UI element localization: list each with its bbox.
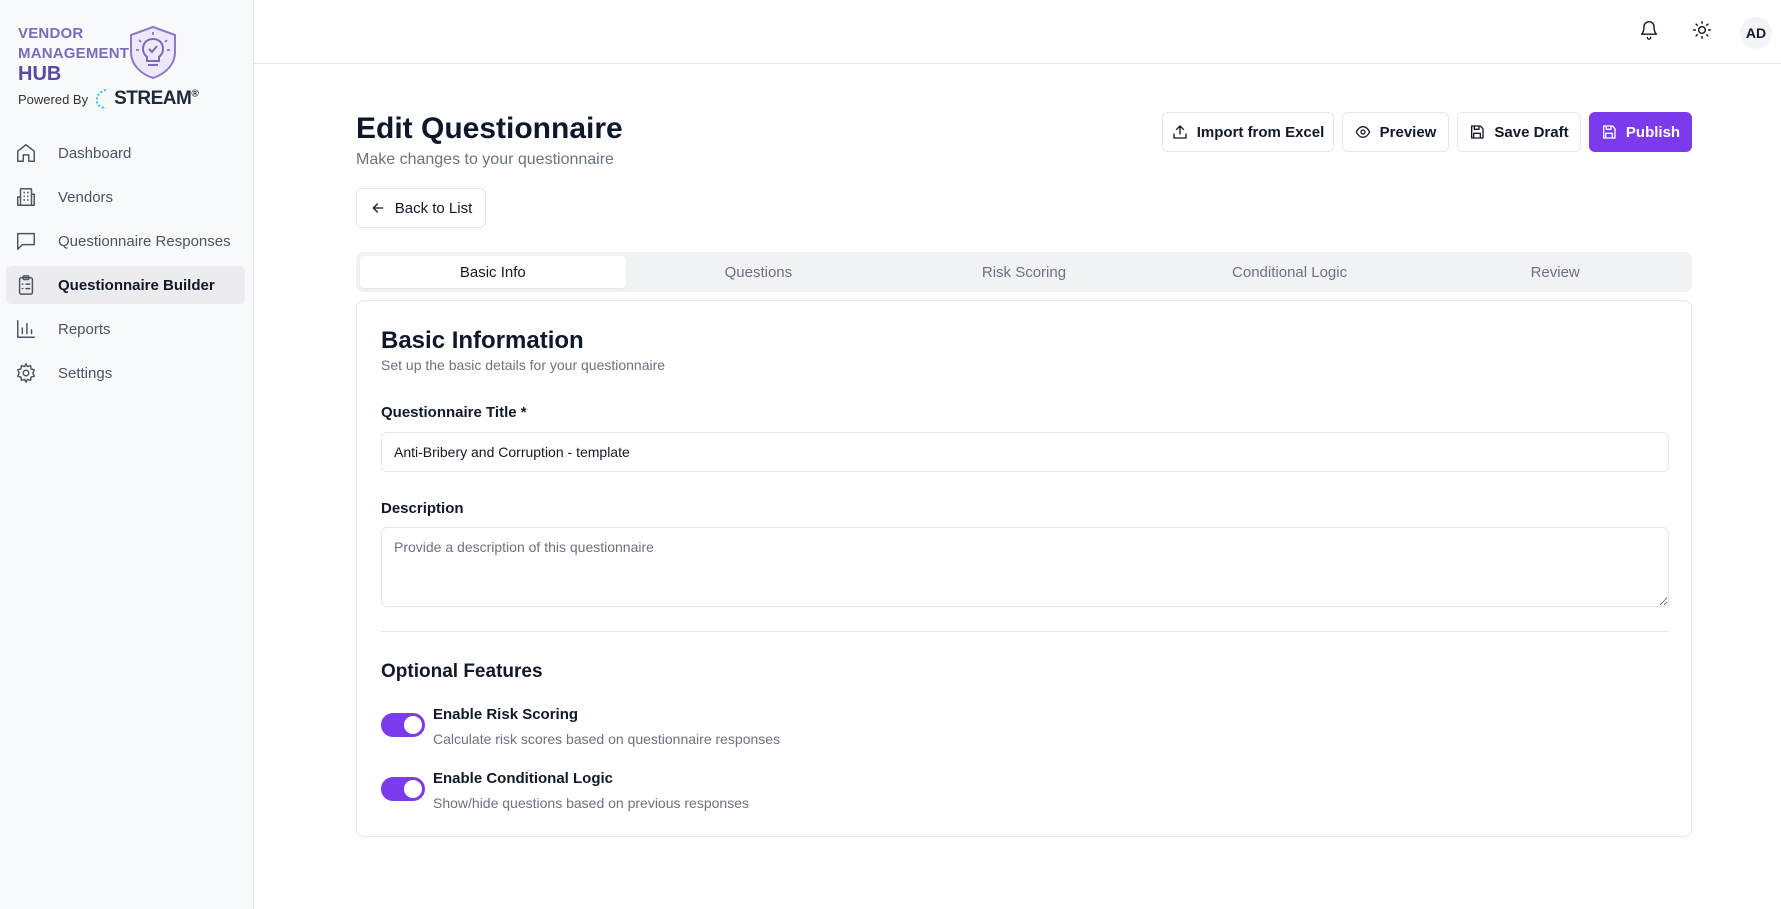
sidebar-item-questionnaire-responses[interactable]: Questionnaire Responses (6, 222, 245, 260)
conditional-logic-title: Enable Conditional Logic (433, 770, 613, 787)
conditional-logic-switch[interactable] (381, 777, 425, 801)
sun-icon[interactable] (1692, 20, 1714, 42)
basic-information-card: Basic Information Set up the basic detai… (356, 300, 1692, 837)
import-from-excel-label: Import from Excel (1196, 123, 1325, 141)
sidebar-item-label: Questionnaire Responses (58, 232, 231, 250)
sidebar-item-vendors[interactable]: Vendors (6, 178, 245, 216)
card-subtitle: Set up the basic details for your questi… (381, 357, 666, 373)
save-icon (1602, 125, 1616, 139)
save-icon (1471, 125, 1485, 139)
sidebar-item-label: Vendors (58, 188, 114, 206)
card-title: Basic Information (381, 327, 584, 354)
upload-icon (1173, 125, 1187, 139)
conditional-logic-toggle-row: Enable Conditional Logic Show/hide quest… (381, 770, 981, 823)
switch-knob (404, 716, 422, 734)
page-subtitle: Make changes to your questionnaire (356, 151, 614, 168)
risk-scoring-title: Enable Risk Scoring (433, 706, 579, 723)
tab-conditional-logic[interactable]: Conditional Logic (1157, 256, 1423, 288)
sidebar-item-settings[interactable]: Settings (6, 354, 245, 392)
gear-icon (15, 362, 37, 384)
preview-label: Preview (1379, 123, 1437, 141)
description-label: Description (381, 500, 464, 517)
sidebar-item-questionnaire-builder[interactable]: Questionnaire Builder (6, 266, 245, 304)
preview-button[interactable]: Preview (1342, 112, 1449, 152)
sidebar-item-label: Settings (58, 364, 113, 382)
divider (381, 631, 1669, 632)
sidebar-nav: Dashboard Vendors Questionnaire Response… (6, 134, 245, 398)
tab-risk-scoring[interactable]: Risk Scoring (891, 256, 1157, 288)
logo-text: VENDOR MANAGEMENT HUB (18, 24, 129, 84)
publish-label: Publish (1625, 123, 1681, 141)
risk-scoring-switch[interactable] (381, 713, 425, 737)
risk-scoring-toggle-row: Enable Risk Scoring Calculate risk score… (381, 706, 981, 759)
bell-icon[interactable] (1639, 20, 1661, 42)
logo-line-1: VENDOR (18, 25, 84, 42)
sidebar-item-label: Dashboard (58, 144, 132, 162)
building-icon (15, 186, 37, 208)
switch-knob (404, 780, 422, 798)
stream-swirl-icon (95, 89, 107, 109)
sidebar-item-label: Questionnaire Builder (58, 276, 215, 294)
sidebar-item-reports[interactable]: Reports (6, 310, 245, 348)
questionnaire-title-label: Questionnaire Title * (381, 404, 527, 421)
arrow-left-icon (372, 203, 384, 213)
powered-by-label: Powered By (18, 91, 89, 107)
stream-brand-text: STREAM (114, 88, 192, 109)
logo-line-3: HUB (18, 63, 62, 85)
import-from-excel-button[interactable]: Import from Excel (1162, 112, 1334, 152)
publish-button[interactable]: Publish (1589, 112, 1692, 152)
tab-questions[interactable]: Questions (626, 256, 892, 288)
save-draft-label: Save Draft (1494, 123, 1569, 141)
powered-by: Powered By STREAM® (18, 88, 199, 110)
registered-mark: ® (191, 88, 199, 100)
questionnaire-title-input[interactable] (381, 432, 1669, 472)
risk-scoring-description: Calculate risk scores based on questionn… (433, 731, 781, 747)
clipboard-icon (15, 274, 37, 296)
tab-basic-info[interactable]: Basic Info (360, 256, 626, 288)
top-bar: AD (254, 0, 1781, 64)
shield-lightbulb-icon (130, 25, 176, 80)
logo-line-2: MANAGEMENT (18, 45, 130, 62)
sidebar: VENDOR MANAGEMENT HUB Powered By STREAM® (0, 0, 254, 909)
page-title: Edit Questionnaire (356, 112, 623, 145)
avatar[interactable]: AD (1740, 17, 1772, 49)
save-draft-button[interactable]: Save Draft (1457, 112, 1581, 152)
tab-review[interactable]: Review (1422, 256, 1688, 288)
stream-brand: STREAM® (114, 88, 199, 110)
sidebar-item-label: Reports (58, 320, 111, 338)
eye-icon (1355, 126, 1370, 138)
message-square-icon (15, 230, 37, 252)
back-to-list-label: Back to List (394, 199, 473, 217)
home-icon (15, 142, 37, 164)
optional-features-title: Optional Features (381, 661, 543, 682)
sidebar-item-dashboard[interactable]: Dashboard (6, 134, 245, 172)
back-to-list-button[interactable]: Back to List (356, 188, 486, 228)
description-textarea[interactable] (381, 527, 1669, 607)
conditional-logic-description: Show/hide questions based on previous re… (433, 795, 749, 811)
vendor-management-hub-logo[interactable]: VENDOR MANAGEMENT HUB Powered By STREAM® (18, 20, 218, 110)
questionnaire-tabs: Basic Info Questions Risk Scoring Condit… (356, 252, 1692, 292)
bar-chart-icon (15, 318, 37, 340)
